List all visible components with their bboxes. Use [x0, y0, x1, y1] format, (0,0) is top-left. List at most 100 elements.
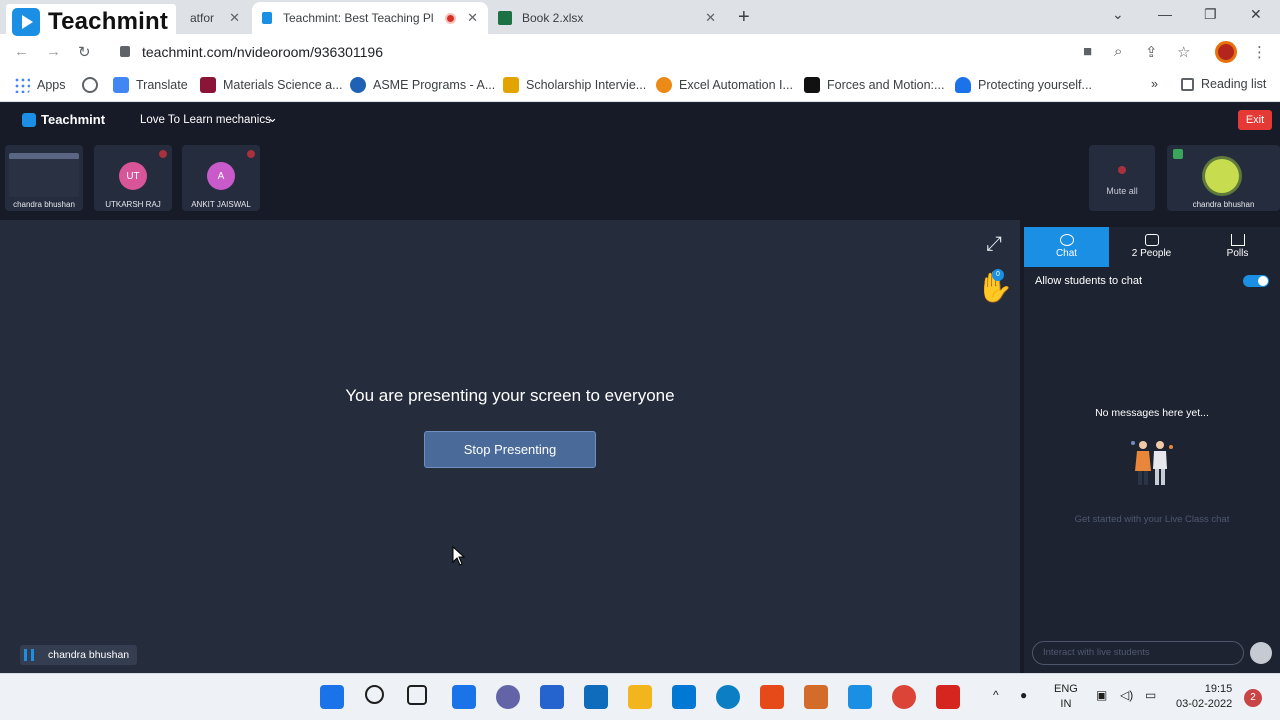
bookmark-protecting[interactable]: Protecting yourself... — [955, 77, 1092, 93]
participant-tile[interactable]: UT UTKARSH RAJ — [94, 145, 172, 211]
office-icon[interactable] — [760, 685, 784, 709]
camera-icon[interactable]: ■ — [1083, 43, 1092, 60]
bookmark-forces-motion[interactable]: Forces and Motion:... — [804, 77, 944, 93]
restore-button[interactable]: ❐ — [1204, 6, 1217, 23]
file-explorer-icon[interactable] — [628, 685, 652, 709]
bookmark-excel-automation[interactable]: Excel Automation I... — [656, 77, 793, 93]
allow-chat-toggle[interactable] — [1243, 275, 1269, 287]
task-view-icon[interactable] — [407, 685, 427, 705]
tab-people[interactable]: 2 People — [1109, 227, 1194, 267]
participant-tile[interactable]: A ANKIT JAISWAL — [182, 145, 260, 211]
bookmark-star-icon[interactable]: ☆ — [1177, 43, 1190, 61]
tab-chat[interactable]: Chat — [1024, 227, 1109, 267]
asme-icon — [350, 77, 366, 93]
close-tab-icon[interactable]: ✕ — [705, 10, 716, 26]
network-icon[interactable]: ▣ — [1096, 688, 1107, 702]
chat-input[interactable]: Interact with live students — [1032, 641, 1244, 665]
language-indicator[interactable]: ENG IN — [1054, 682, 1078, 712]
participant-name: UTKARSH RAJ — [105, 200, 161, 209]
mail-icon[interactable] — [584, 685, 608, 709]
active-speaker-name: chandra bhushan — [48, 649, 130, 661]
bookmark-label: Materials Science a... — [223, 78, 343, 92]
notification-badge[interactable]: 2 — [1244, 689, 1262, 707]
participant-name: chandra bhushan — [13, 200, 75, 209]
close-tab-icon[interactable]: ✕ — [229, 10, 240, 26]
url-field[interactable]: teachmint.com/nvideoroom/936301196 — [142, 44, 383, 60]
reload-icon[interactable]: ↻ — [78, 43, 91, 61]
phet-icon — [804, 77, 820, 93]
snipping-tool-icon[interactable] — [804, 685, 828, 709]
windows-taskbar: ^ ● ENG IN ▣ ◁) ▭ 19:15 03-02-2022 2 — [0, 673, 1280, 720]
self-video-tile[interactable]: chandra bhushan — [1167, 145, 1280, 211]
chevron-down-icon[interactable]: ⌄ — [267, 110, 278, 126]
teams-chat-icon[interactable] — [496, 685, 520, 709]
lock-icon[interactable] — [120, 46, 130, 57]
teachmint-watermark: Teachmint — [6, 4, 177, 40]
more-bookmarks-label: » — [1151, 77, 1158, 91]
share-icon[interactable]: ⇪ — [1145, 43, 1158, 61]
zoom-icon[interactable]: ⌕ — [1114, 43, 1122, 60]
mic-muted-icon — [247, 150, 255, 158]
graduation-cap-icon — [503, 77, 519, 93]
system-clock[interactable]: 19:15 03-02-2022 — [1176, 682, 1232, 712]
app-header: Teachmint Love To Learn mechanics ⌄ Exit — [0, 103, 1280, 137]
class-name-dropdown[interactable]: Love To Learn mechanics — [140, 114, 271, 126]
shield-icon — [955, 77, 971, 93]
send-icon[interactable] — [1250, 642, 1272, 664]
clock-time: 19:15 — [1204, 683, 1233, 695]
exit-button[interactable]: Exit — [1238, 110, 1272, 130]
translate-icon — [113, 77, 129, 93]
region-code: IN — [1060, 698, 1072, 710]
close-tab-icon[interactable]: ✕ — [467, 10, 478, 26]
store-icon[interactable] — [672, 685, 696, 709]
acrobat-icon[interactable] — [936, 685, 960, 709]
new-tab-button[interactable]: + — [738, 6, 750, 29]
search-icon[interactable] — [365, 685, 384, 704]
bookmark-label: Forces and Motion:... — [827, 78, 945, 92]
avatar — [1205, 159, 1239, 193]
forward-icon[interactable]: → — [46, 43, 61, 60]
bookmark-materials-science[interactable]: Materials Science a... — [200, 77, 343, 93]
bookmark-globe[interactable] — [82, 77, 105, 93]
close-window-button[interactable]: ✕ — [1250, 6, 1262, 23]
clock-date: 03-02-2022 — [1176, 698, 1233, 710]
bookmark-label: Translate — [136, 78, 188, 92]
chrome-icon[interactable] — [892, 685, 916, 709]
menu-kebab-icon[interactable]: ⋮ — [1252, 43, 1267, 61]
stop-presenting-button[interactable]: Stop Presenting — [424, 431, 596, 468]
reading-list-button[interactable]: Reading list — [1181, 77, 1266, 91]
tab-book2[interactable]: Book 2.xlsx ✕ — [490, 2, 726, 34]
back-icon[interactable]: ← — [14, 43, 29, 60]
bookmark-apps[interactable]: Apps — [14, 77, 66, 93]
bookmark-translate[interactable]: Translate — [113, 77, 188, 93]
microphone-icon[interactable]: ● — [1020, 688, 1027, 702]
windows-start-icon[interactable] — [320, 685, 344, 709]
address-bar: ← → ↻ teachmint.com/nvideoroom/936301196… — [0, 34, 1280, 70]
excel-icon — [498, 11, 512, 25]
bookmark-asme[interactable]: ASME Programs - A... — [350, 77, 495, 93]
volume-icon[interactable]: ◁) — [1120, 688, 1133, 702]
minimize-button[interactable]: — — [1158, 6, 1172, 22]
tab-teachmint[interactable]: Teachmint: Best Teaching Pla ✕ — [252, 2, 488, 34]
show-hidden-icons-icon[interactable]: ^ — [993, 688, 999, 702]
tab-polls[interactable]: Polls — [1195, 227, 1280, 267]
teachmint-app: Teachmint Love To Learn mechanics ⌄ Exit… — [0, 103, 1280, 673]
bookmark-scholarship[interactable]: Scholarship Intervie... — [503, 77, 646, 93]
teachmint-favicon-icon — [262, 12, 272, 24]
expand-icon[interactable]: ⤢ — [982, 232, 1006, 256]
empty-chat-title: No messages here yet... — [1095, 407, 1209, 419]
profile-avatar[interactable] — [1215, 41, 1237, 63]
bookmark-label: ASME Programs - A... — [373, 78, 496, 92]
widgets-icon[interactable] — [452, 685, 476, 709]
edge-icon[interactable] — [716, 685, 740, 709]
todo-icon[interactable] — [540, 685, 564, 709]
teachmint-app-icon[interactable] — [848, 685, 872, 709]
more-bookmarks-button[interactable]: » — [1151, 77, 1158, 91]
battery-icon[interactable]: ▭ — [1145, 688, 1156, 702]
bookmark-label: Excel Automation I... — [679, 78, 793, 92]
tab-search-icon[interactable]: ⌄ — [1112, 6, 1124, 23]
reading-list-icon — [1181, 77, 1194, 91]
mute-all-button[interactable]: Mute all — [1089, 145, 1155, 211]
participant-tile[interactable]: chandra bhushan — [5, 145, 83, 211]
bookmark-label: Protecting yourself... — [978, 78, 1092, 92]
